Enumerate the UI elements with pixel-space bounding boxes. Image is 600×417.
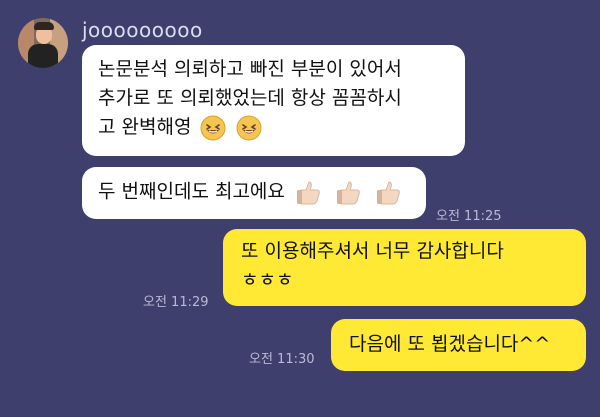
- avatar[interactable]: [18, 18, 68, 68]
- message-line: ㅎㅎㅎ: [241, 269, 294, 291]
- message-line: 고 완벽해영: [98, 116, 192, 138]
- incoming-message-bubble[interactable]: 논문분석 의뢰하고 빠진 부분이 있어서 추가로 또 의뢰했었는데 항상 꼼꼼하…: [82, 45, 465, 156]
- outgoing-message-bubble[interactable]: 또 이용해주셔서 너무 감사합니다 ㅎㅎㅎ: [223, 229, 586, 306]
- laughing-emoji-icon: [236, 115, 262, 140]
- sender-name: jooooooooo: [82, 18, 203, 42]
- message-text: 두 번째인데도 최고에요: [98, 180, 285, 203]
- message-text: 다음에 또 뵙겠습니다^^: [349, 333, 551, 355]
- message-line: 추가로 또 의뢰했었는데 항상 꼼꼼하시: [98, 87, 402, 109]
- message-time: 오전 11:25: [436, 209, 502, 224]
- thumbs-up-emoji-icon: [296, 181, 320, 205]
- message-line: 논문분석 의뢰하고 빠진 부분이 있어서: [98, 58, 402, 80]
- thumbs-up-emoji-icon: [377, 181, 400, 205]
- incoming-message-bubble[interactable]: 두 번째인데도 최고에요: [82, 167, 426, 219]
- avatar-hair: [34, 22, 54, 30]
- message-line-with-emoji: 고 완벽해영: [98, 113, 449, 142]
- message-line: 또 이용해주셔서 너무 감사합니다: [241, 240, 504, 262]
- message-time: 오전 11:29: [143, 295, 209, 310]
- message-time: 오전 11:30: [249, 352, 315, 367]
- outgoing-message-bubble[interactable]: 다음에 또 뵙겠습니다^^: [331, 319, 586, 371]
- thumbs-up-emoji-icon: [336, 181, 360, 205]
- avatar-body: [28, 44, 58, 68]
- laughing-emoji-icon: [200, 115, 225, 140]
